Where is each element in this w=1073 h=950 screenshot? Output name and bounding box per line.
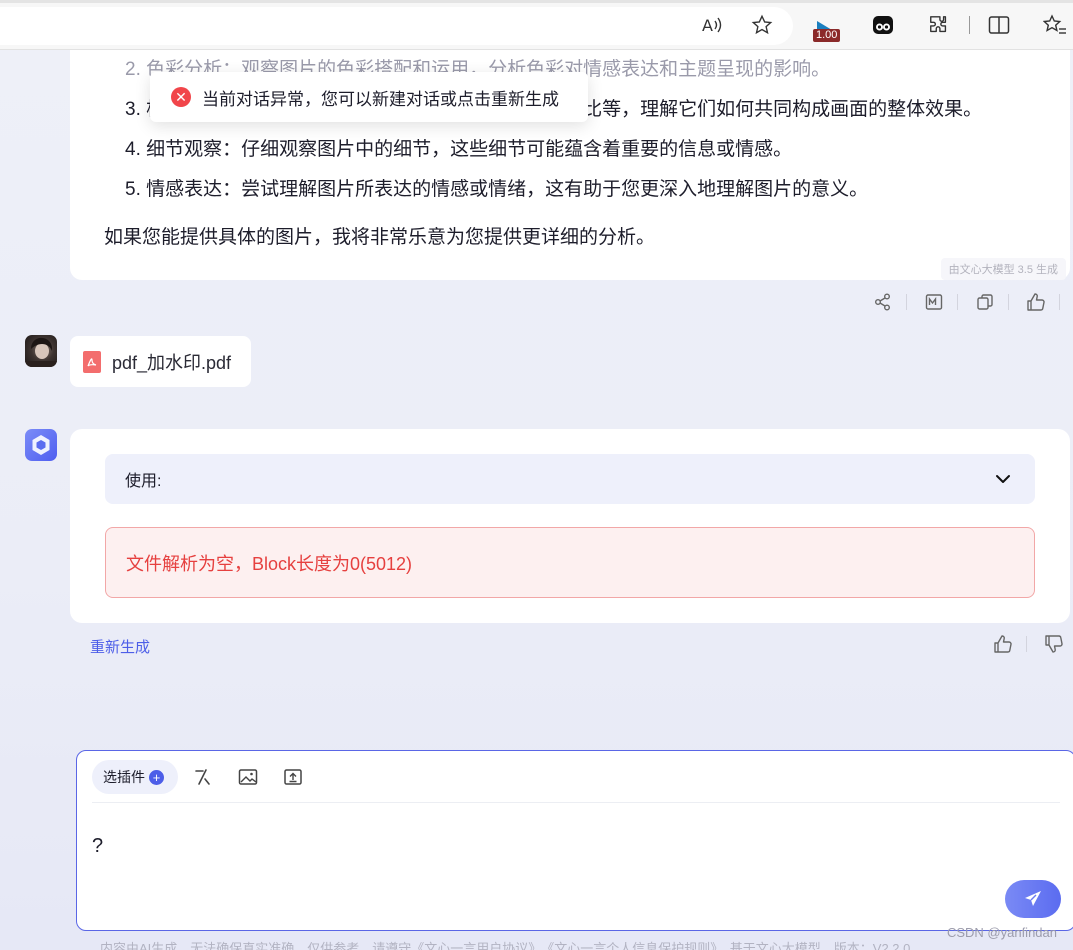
user-file-attachment[interactable]: pdf_加水印.pdf <box>70 336 251 387</box>
error-message: 文件解析为空，Block长度为0(5012) <box>126 553 413 574</box>
toolbar-divider <box>969 16 970 34</box>
answer-list-item: 5. 情感表达：尝试理解图片所表达的情感或情绪，这有助于您更深入地理解图片的意义… <box>125 179 869 200</box>
chart-icon[interactable] <box>921 289 947 315</box>
read-aloud-icon[interactable]: A <box>697 10 727 40</box>
reply-actions <box>976 631 1067 657</box>
plugin-picker-label: 选插件 <box>103 769 145 785</box>
favorites-icon[interactable] <box>1040 10 1070 40</box>
eyes-icon[interactable] <box>868 10 898 40</box>
file-upload-icon[interactable] <box>282 766 304 788</box>
answer-summary: 如果您能提供具体的图片，我将非常乐意为您提供更详细的分析。 <box>104 227 656 248</box>
copy-icon[interactable] <box>972 289 998 315</box>
address-bar[interactable] <box>0 7 793 45</box>
thumbs-up-icon[interactable] <box>990 631 1016 657</box>
pdf-file-icon <box>83 350 101 373</box>
action-divider <box>1008 294 1009 310</box>
plugin-picker-button[interactable]: 选插件 + <box>92 760 178 794</box>
thumbs-up-icon[interactable] <box>1023 289 1049 315</box>
regenerate-button[interactable]: 重新生成 <box>90 636 150 657</box>
message-composer: 选插件 + <box>76 750 1073 931</box>
answer-actions <box>856 289 1073 315</box>
plus-icon: + <box>149 769 164 785</box>
star-icon[interactable] <box>747 10 777 40</box>
composer-divider <box>92 802 1060 803</box>
error-toast: ✕ 当前对话异常，您可以新建对话或点击重新生成 <box>150 72 588 122</box>
action-divider <box>957 294 958 310</box>
extension-badge: 1.00 <box>813 29 841 42</box>
user-avatar <box>25 335 57 367</box>
prompt-shortcut-icon[interactable] <box>192 766 214 788</box>
error-icon: ✕ <box>171 87 191 107</box>
tab-strip <box>0 0 1073 3</box>
plugin-usage-label: 使用: <box>125 473 162 490</box>
action-divider <box>906 294 907 310</box>
plugin-usage-bar[interactable]: 使用: <box>105 454 1035 504</box>
action-divider <box>1026 636 1027 652</box>
puzzle-icon[interactable] <box>924 10 954 40</box>
chevron-down-icon[interactable] <box>993 469 1013 489</box>
answer-list-item: 4. 细节观察：仔细观察图片中的细节，这些细节可能蕴含着重要的信息或情感。 <box>125 139 793 160</box>
bot-avatar <box>25 429 57 461</box>
action-divider <box>1059 294 1060 310</box>
error-message-box: 文件解析为空，Block长度为0(5012) <box>105 527 1035 598</box>
watermark: CSDN @yanfindan <box>946 925 1057 940</box>
message-input[interactable] <box>92 816 992 876</box>
model-credit: 由文心大模型 3.5 生成 <box>940 258 1066 280</box>
split-screen-icon[interactable] <box>984 10 1014 40</box>
bot-reply-card: 使用: 文件解析为空，Block长度为0(5012) <box>70 429 1070 623</box>
svg-text:A: A <box>702 16 713 35</box>
image-upload-icon[interactable] <box>237 766 259 788</box>
file-name: pdf_加水印.pdf <box>112 352 232 373</box>
send-icon <box>1025 891 1041 906</box>
send-button[interactable] <box>1005 880 1061 918</box>
share-icon[interactable] <box>870 289 896 315</box>
thumbs-down-icon[interactable] <box>1041 631 1067 657</box>
footer-disclaimer: 内容由AI生成，无法确保真实准确，仅供参考，请遵守《文心一言用户协议》、《文心一… <box>100 941 911 950</box>
browser-toolbar: A 1.00 <box>0 0 1073 50</box>
toast-message: 当前对话异常，您可以新建对话或点击重新生成 <box>202 89 559 109</box>
